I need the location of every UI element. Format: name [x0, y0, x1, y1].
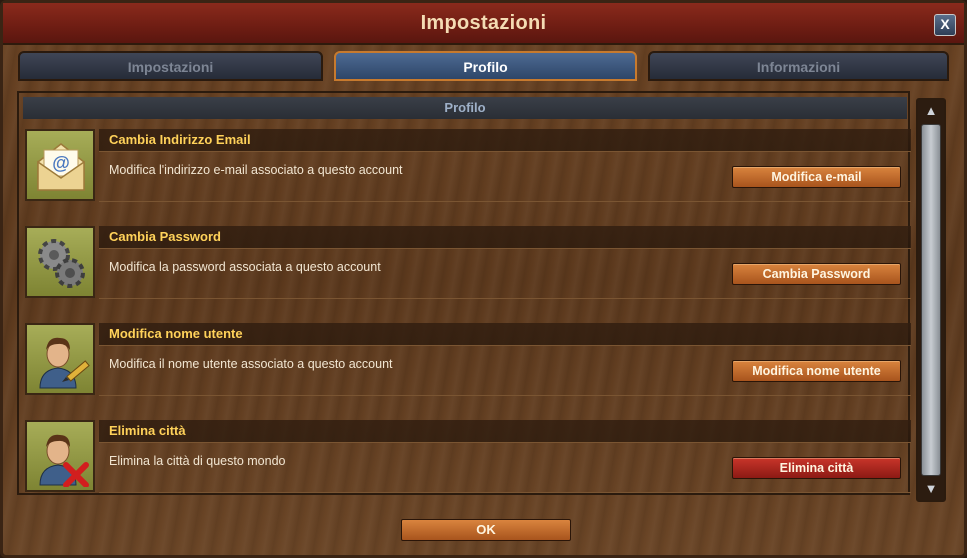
change-password-button[interactable]: Cambia Password: [732, 263, 901, 285]
section-header: Profilo: [23, 97, 907, 119]
profile-panel: Profilo @ Cambia Indirizzo Email Modific…: [17, 91, 911, 497]
title-bar: Impostazioni X: [3, 3, 964, 45]
user-pencil-icon: [25, 323, 95, 395]
row-title-bar: Modifica nome utente: [99, 323, 911, 346]
row-title: Cambia Indirizzo Email: [109, 132, 251, 147]
row-title: Cambia Password: [109, 229, 221, 244]
settings-row-email: @ Cambia Indirizzo Email Modifica l'indi…: [25, 129, 911, 206]
tab-profilo[interactable]: Profilo: [334, 51, 637, 81]
ok-button[interactable]: OK: [401, 519, 571, 541]
settings-window: Impostazioni X Impostazioni Profilo Info…: [0, 0, 967, 558]
delete-city-button[interactable]: Elimina città: [732, 457, 901, 479]
row-title: Modifica nome utente: [109, 326, 243, 341]
row-divider: [99, 298, 911, 299]
scroll-thumb[interactable]: [921, 124, 941, 476]
row-description: Modifica l'indirizzo e-mail associato a …: [109, 163, 403, 177]
close-button[interactable]: X: [934, 14, 956, 36]
window-title: Impostazioni: [420, 12, 547, 34]
tab-bar: Impostazioni Profilo Informazioni: [18, 51, 951, 83]
row-title: Elimina città: [109, 423, 186, 438]
row-title-bar: Cambia Password: [99, 226, 911, 249]
row-divider: [99, 492, 911, 493]
row-description: Elimina la città di questo mondo: [109, 454, 286, 468]
tab-informazioni[interactable]: Informazioni: [648, 51, 949, 81]
row-description: Modifica il nome utente associato a ques…: [109, 357, 393, 371]
row-divider: [99, 201, 911, 202]
user-delete-icon: [25, 420, 95, 492]
gears-icon: [25, 226, 95, 298]
email-envelope-icon: @: [25, 129, 95, 201]
row-title-bar: Cambia Indirizzo Email: [99, 129, 911, 152]
change-email-button[interactable]: Modifica e-mail: [732, 166, 901, 188]
settings-row-password: Cambia Password Modifica la password ass…: [25, 226, 911, 303]
settings-row-username: Modifica nome utente Modifica il nome ut…: [25, 323, 911, 400]
row-title-bar: Elimina città: [99, 420, 911, 443]
scrollbar[interactable]: ▲ ▼: [916, 98, 946, 502]
row-divider: [99, 395, 911, 396]
tab-impostazioni[interactable]: Impostazioni: [18, 51, 323, 81]
settings-row-delete-city: Elimina città Elimina la città di questo…: [25, 420, 911, 497]
row-description: Modifica la password associata a questo …: [109, 260, 381, 274]
scroll-down-arrow-icon[interactable]: ▼: [920, 480, 942, 498]
svg-text:@: @: [52, 153, 70, 173]
change-username-button[interactable]: Modifica nome utente: [732, 360, 901, 382]
scroll-up-arrow-icon[interactable]: ▲: [920, 102, 942, 120]
